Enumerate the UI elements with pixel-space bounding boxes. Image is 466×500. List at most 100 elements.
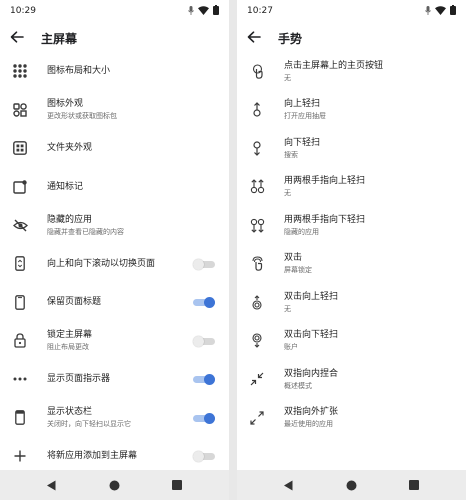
page-title: 手势 [278, 32, 303, 46]
setting-summary: 阻止布局更改 [47, 343, 89, 352]
navigation-bar [0, 470, 229, 500]
gesture-summary: 无 [284, 73, 291, 82]
phone-status-icon [12, 410, 28, 426]
gestures-settings-panel: 10:27 手势 点击主屏幕上的主页按钮无 向上轻扫打开应用抽屉 向下轻扫 搜索 … [237, 0, 466, 500]
setting-folder-appearance[interactable]: 文件夹外观 [0, 129, 229, 168]
nav-back-icon[interactable] [282, 479, 294, 491]
gesture-two-finger-swipe-down[interactable]: 用两根手指向下轻扫 隐藏的应用 [237, 206, 466, 245]
gesture-pinch-out[interactable]: 双指向外扩张 最近使用的应用 [237, 399, 466, 438]
gesture-home-button[interactable]: 点击主屏幕上的主页按钮无 [237, 52, 466, 91]
app-bar: 主屏幕 [0, 22, 229, 52]
settings-list: 图标布局和大小 图标外观更改形状或获取图标包 文件夹外观 通知标记 隐藏的应用隐… [0, 52, 229, 476]
double-tap-swipe-up-icon [249, 294, 265, 310]
keep-page-title-toggle[interactable] [193, 297, 215, 308]
setting-label: 显示页面指示器 [47, 374, 111, 385]
setting-keep-page-title[interactable]: 保留页面标题 [0, 283, 229, 322]
gesture-summary: 屏幕锁定 [284, 266, 312, 275]
gesture-label: 点击主屏幕上的主页按钮 [284, 60, 384, 71]
status-bar-toggle[interactable] [193, 412, 215, 424]
gesture-summary: 搜索 [284, 150, 298, 159]
setting-summary: 隐藏并查看已隐藏的内容 [47, 227, 124, 236]
back-arrow-icon[interactable] [8, 28, 26, 46]
gesture-pinch-in[interactable]: 双指向内捏合 概述模式 [237, 360, 466, 399]
navigation-bar [237, 470, 466, 500]
gesture-list: 点击主屏幕上的主页按钮无 向上轻扫打开应用抽屉 向下轻扫 搜索 用两根手指向上轻扫… [237, 52, 466, 437]
more-horiz-icon [12, 371, 28, 387]
two-finger-swipe-down-icon [249, 217, 265, 233]
gesture-label: 双指向内捏合 [284, 368, 339, 379]
scroll-switch-pages-toggle[interactable] [193, 258, 215, 270]
setting-page-indicator[interactable]: 显示页面指示器 [0, 360, 229, 399]
phone-swipe-icon [12, 256, 28, 272]
battery-icon [450, 5, 456, 15]
gesture-swipe-down[interactable]: 向下轻扫 搜索 [237, 129, 466, 168]
grid-icon [12, 63, 28, 79]
gesture-summary: 最近使用的应用 [284, 420, 333, 429]
pinch-out-icon [249, 410, 265, 426]
setting-label: 图标布局和大小 [47, 66, 111, 77]
gesture-two-finger-swipe-up[interactable]: 用两根手指向上轻扫无 [237, 168, 466, 207]
gesture-label: 双击向下轻扫 [284, 330, 339, 341]
gesture-summary: 无 [284, 304, 291, 313]
add-icon [12, 448, 28, 464]
double-tap-icon [249, 256, 265, 272]
screen-divider [229, 0, 237, 500]
setting-lock-home-screen[interactable]: 锁定主屏幕阻止布局更改 [0, 322, 229, 361]
shapes-icon [12, 102, 28, 118]
gesture-summary: 隐藏的应用 [284, 227, 319, 236]
nav-home-icon[interactable] [108, 479, 120, 491]
gesture-label: 向上轻扫 [284, 99, 321, 110]
setting-scroll-switch-pages[interactable]: 向上和向下滚动以切换页面 [0, 245, 229, 284]
mic-icon [188, 5, 194, 15]
setting-summary: 关闭时，向下轻扫以显示它 [47, 420, 131, 429]
mic-icon [425, 5, 431, 15]
gesture-summary: 账户 [284, 343, 298, 352]
battery-icon [213, 5, 219, 15]
folder-grid-icon [12, 140, 28, 156]
setting-summary: 更改形状或获取图标包 [47, 112, 117, 121]
gesture-swipe-up[interactable]: 向上轻扫打开应用抽屉 [237, 91, 466, 130]
setting-label: 锁定主屏幕 [47, 330, 93, 341]
swipe-up-icon [249, 102, 265, 118]
nav-back-icon[interactable] [45, 479, 57, 491]
two-finger-swipe-up-icon [249, 179, 265, 195]
setting-label: 图标外观 [47, 99, 84, 110]
add-new-apps-toggle[interactable] [193, 451, 215, 462]
notification-badge-icon [12, 179, 28, 195]
wifi-icon [435, 5, 446, 15]
page-indicator-toggle[interactable] [193, 374, 215, 385]
gesture-double-tap[interactable]: 双击 屏幕锁定 [237, 245, 466, 284]
setting-icon-appearance[interactable]: 图标外观更改形状或获取图标包 [0, 91, 229, 130]
visibility-off-icon [12, 217, 28, 233]
app-bar: 手势 [237, 22, 466, 52]
nav-recents-icon[interactable] [408, 479, 420, 491]
setting-status-bar[interactable]: 显示状态栏关闭时，向下轻扫以显示它 [0, 399, 229, 438]
gesture-summary: 概述模式 [284, 381, 312, 390]
setting-label: 显示状态栏 [47, 407, 93, 418]
swipe-down-icon [249, 140, 265, 156]
gesture-double-tap-swipe-up[interactable]: 双击向上轻扫无 [237, 283, 466, 322]
setting-label: 文件夹外观 [47, 143, 93, 154]
nav-recents-icon[interactable] [171, 479, 183, 491]
lock-home-screen-toggle[interactable] [193, 335, 215, 347]
status-bar: 10:27 [237, 0, 466, 22]
gesture-label: 用两根手指向上轻扫 [284, 176, 366, 187]
back-arrow-icon[interactable] [245, 28, 263, 46]
double-tap-swipe-down-icon [249, 333, 265, 349]
gesture-summary: 打开应用抽屉 [284, 112, 326, 121]
pinch-in-icon [249, 371, 265, 387]
setting-icon-grid[interactable]: 图标布局和大小 [0, 52, 229, 91]
setting-label: 保留页面标题 [47, 297, 102, 308]
gesture-double-tap-swipe-down[interactable]: 双击向下轻扫 账户 [237, 322, 466, 361]
phone-icon [12, 294, 28, 310]
tap-icon [249, 63, 265, 79]
wifi-icon [198, 5, 209, 15]
home-screen-settings-panel: 10:29 主屏幕 图标布局和大小 图标外观更改形状或获取图标包 文件夹外观 [0, 0, 229, 500]
setting-notification-dots[interactable]: 通知标记 [0, 168, 229, 207]
gesture-label: 双击 [284, 253, 303, 264]
setting-hidden-apps[interactable]: 隐藏的应用 隐藏并查看已隐藏的内容 [0, 206, 229, 245]
page-title: 主屏幕 [41, 32, 78, 46]
gesture-summary: 无 [284, 189, 291, 198]
nav-home-icon[interactable] [345, 479, 357, 491]
gesture-label: 用两根手指向下轻扫 [284, 214, 366, 225]
